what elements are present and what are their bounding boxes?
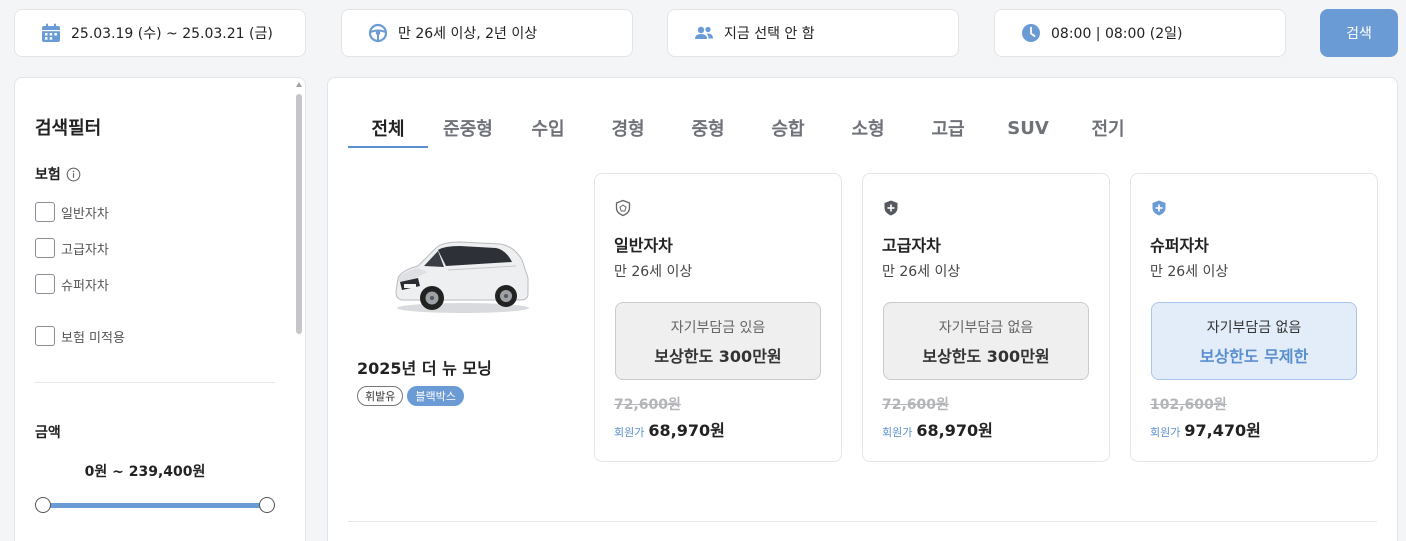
shield-plus-dark-icon — [884, 200, 898, 216]
option-label: 고급자차 — [61, 242, 109, 258]
deductible-text: 자기부담금 없음 — [938, 320, 1034, 336]
price-range-text: 0원 ~ 239,400원 — [84, 464, 206, 480]
tab-luxury[interactable]: 고급 — [908, 108, 988, 148]
coverage-box: 자기부담금 없음 보상한도 300만원 — [883, 302, 1089, 380]
deductible-text: 자기부담금 있음 — [670, 320, 766, 336]
divider — [348, 521, 1377, 522]
shield-outline-icon — [615, 199, 631, 217]
price-slider-track[interactable] — [43, 503, 267, 508]
category-tabs: 전체 준중형 수입 경형 중형 승합 소형 고급 SUV 전기 — [348, 108, 1148, 148]
insurance-option-none[interactable]: 보험 미적용 — [35, 326, 125, 346]
search-button[interactable]: 검색 — [1320, 9, 1398, 57]
insurance-filter-label: 보험 — [35, 164, 81, 184]
member-price: 68,970원 — [916, 421, 993, 440]
scrollbar-thumb[interactable] — [296, 94, 302, 334]
date-range-text: 25.03.19 (수) ~ 25.03.21 (금) — [71, 26, 273, 42]
tab-light[interactable]: 경형 — [588, 108, 668, 148]
option-label: 일반자차 — [61, 206, 109, 222]
member-price: 97,470원 — [1184, 421, 1261, 440]
tab-small[interactable]: 소형 — [828, 108, 908, 148]
original-price: 72,600원 — [882, 397, 949, 413]
tab-all[interactable]: 전체 — [348, 108, 428, 148]
insurance-option-super[interactable]: 슈퍼자차 — [35, 274, 109, 294]
member-price-row: 회원가 97,470원 — [1150, 417, 1261, 441]
member-price-row: 회원가 68,970원 — [882, 417, 993, 441]
car-image — [395, 241, 529, 313]
insurance-card-premium[interactable]: 고급자차 만 26세 이상 자기부담금 없음 보상한도 300만원 72,600… — [862, 173, 1110, 462]
people-text: 지금 선택 안 함 — [724, 26, 815, 42]
scroll-up-arrow-icon[interactable] — [296, 82, 302, 87]
insurance-name: 일반자차 — [614, 236, 673, 255]
coverage-text: 보상한도 300만원 — [654, 347, 782, 366]
tab-van[interactable]: 승합 — [748, 108, 828, 148]
checkbox[interactable] — [35, 202, 55, 222]
member-label: 회원가 — [882, 426, 913, 439]
driver-condition-text: 만 26세 이상, 2년 이상 — [398, 26, 538, 42]
option-label: 보험 미적용 — [61, 330, 125, 346]
deductible-text: 자기부담금 없음 — [1206, 320, 1302, 336]
insurance-option-premium[interactable]: 고급자차 — [35, 238, 109, 258]
clock-icon — [1022, 24, 1040, 42]
insurance-name: 고급자차 — [882, 236, 941, 255]
insurance-label-text: 보험 — [35, 167, 61, 183]
coverage-box: 자기부담금 없음 보상한도 무제한 — [1151, 302, 1357, 380]
car-tags: 휘발유 블랙박스 — [357, 386, 464, 406]
calendar-icon — [42, 23, 60, 42]
insurance-option-general[interactable]: 일반자차 — [35, 202, 109, 222]
sidebar-title: 검색필터 — [35, 118, 102, 139]
time-selector[interactable]: 08:00 | 08:00 (2일) — [994, 9, 1286, 57]
driver-condition-selector[interactable]: 만 26세 이상, 2년 이상 — [341, 9, 633, 57]
insurance-age: 만 26세 이상 — [1150, 264, 1229, 280]
member-price: 68,970원 — [648, 421, 725, 440]
info-icon[interactable] — [66, 167, 81, 182]
checkbox[interactable] — [35, 274, 55, 294]
price-slider-min-handle[interactable] — [35, 497, 51, 513]
coverage-text: 보상한도 무제한 — [1199, 347, 1309, 366]
member-label: 회원가 — [1150, 426, 1181, 439]
fuel-tag: 휘발유 — [357, 386, 404, 406]
coverage-box: 자기부담금 있음 보상한도 300만원 — [615, 302, 821, 380]
price-slider-max-handle[interactable] — [259, 497, 275, 513]
member-price-row: 회원가 68,970원 — [614, 417, 725, 441]
insurance-card-super[interactable]: 슈퍼자차 만 26세 이상 자기부담금 없음 보상한도 무제한 102,600원… — [1130, 173, 1378, 462]
blackbox-tag: 블랙박스 — [407, 386, 464, 406]
people-icon — [695, 26, 713, 39]
tab-electric[interactable]: 전기 — [1068, 108, 1148, 148]
insurance-age: 만 26세 이상 — [882, 264, 961, 280]
car-name: 2025년 더 뉴 모닝 — [357, 359, 492, 378]
original-price: 102,600원 — [1150, 397, 1227, 413]
checkbox[interactable] — [35, 326, 55, 346]
tab-midsize[interactable]: 중형 — [668, 108, 748, 148]
date-range-selector[interactable]: 25.03.19 (수) ~ 25.03.21 (금) — [14, 9, 306, 57]
car-list-panel: 전체 준중형 수입 경형 중형 승합 소형 고급 SUV 전기 2025년 더 … — [327, 77, 1398, 541]
search-filter-sidebar: 검색필터 보험 일반자차 고급자차 슈퍼자차 보험 미적용 금액 0원 ~ 23… — [14, 77, 306, 541]
tab-suv[interactable]: SUV — [988, 108, 1068, 148]
original-price: 72,600원 — [614, 397, 681, 413]
checkbox[interactable] — [35, 238, 55, 258]
option-label: 슈퍼자차 — [61, 278, 109, 294]
insurance-card-general[interactable]: 일반자차 만 26세 이상 자기부담금 있음 보상한도 300만원 72,600… — [594, 173, 842, 462]
price-filter-label: 금액 — [35, 425, 61, 441]
steering-wheel-icon — [368, 23, 388, 43]
shield-plus-blue-icon — [1152, 200, 1166, 216]
member-label: 회원가 — [614, 426, 645, 439]
insurance-age: 만 26세 이상 — [614, 264, 693, 280]
coverage-text: 보상한도 300만원 — [922, 347, 1050, 366]
tab-compact[interactable]: 준중형 — [428, 108, 508, 148]
divider — [35, 382, 275, 383]
insurance-name: 슈퍼자차 — [1150, 236, 1209, 255]
tab-import[interactable]: 수입 — [508, 108, 588, 148]
time-text: 08:00 | 08:00 (2일) — [1051, 26, 1183, 42]
people-selector[interactable]: 지금 선택 안 함 — [667, 9, 959, 57]
